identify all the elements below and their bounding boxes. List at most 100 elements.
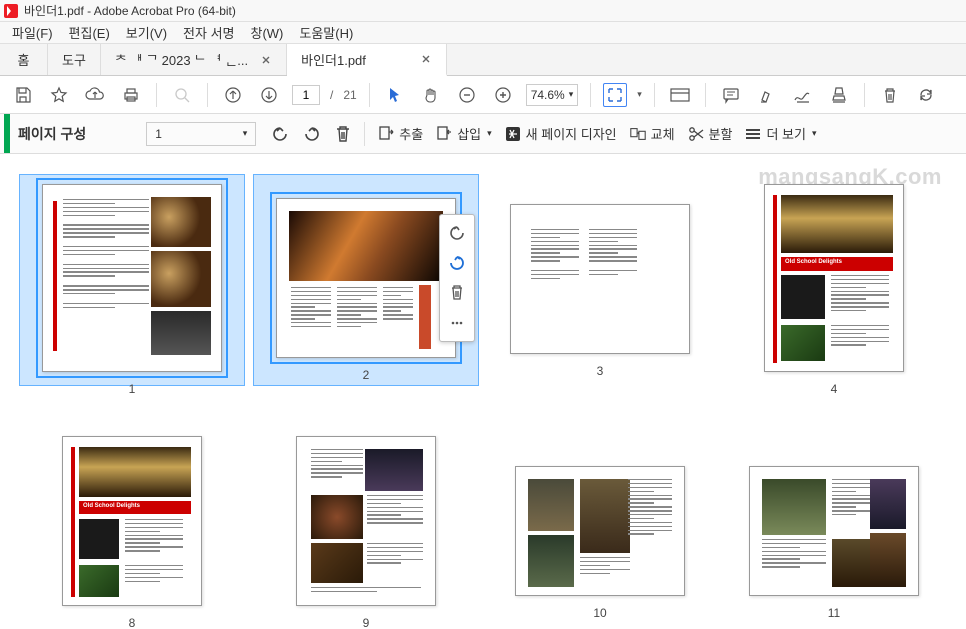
refresh-button[interactable]	[913, 82, 939, 108]
insert-label: 삽입	[457, 124, 481, 143]
extract-button[interactable]: 추출	[371, 120, 429, 147]
sign-button[interactable]	[790, 82, 816, 108]
page-number-label: 4	[831, 382, 838, 396]
read-mode-button[interactable]	[667, 82, 693, 108]
find-button[interactable]	[169, 82, 195, 108]
menu-edit[interactable]: 편집(E)	[63, 21, 116, 44]
page-selector-dropdown[interactable]: 1 ▾	[146, 122, 256, 146]
delete-page-button[interactable]	[443, 279, 471, 307]
page-thumbnail[interactable]: 1	[27, 184, 237, 396]
more-label: 더 보기	[766, 124, 806, 143]
hand-tool-button[interactable]	[418, 82, 444, 108]
next-page-button[interactable]	[256, 82, 282, 108]
page-thumbnail[interactable]: 9	[261, 436, 471, 629]
document-tab-bar: 홈 도구 ᄎ ᅢ ᄀ 2023 ᄂ ᅧ ᆫ... 바인더1.pdf	[0, 44, 966, 76]
page-number-input[interactable]	[292, 85, 320, 105]
insert-icon	[435, 125, 453, 143]
page-thumbnail[interactable]: 2	[261, 184, 471, 396]
chevron-down-icon: ▾	[812, 128, 817, 139]
zoom-out-button[interactable]	[454, 82, 480, 108]
separator	[207, 83, 208, 107]
page-number-label: 1	[129, 382, 136, 396]
chevron-down-icon: ▾	[569, 89, 574, 100]
tool-indicator	[4, 114, 10, 153]
organize-pages-title: 페이지 구성	[18, 124, 86, 144]
replace-label: 교체	[651, 124, 675, 143]
organize-pages-toolbar: 페이지 구성 1 ▾ 추출 삽입 ▾ 새 페이지 디자인 교체 분할 더 보기 …	[0, 114, 966, 154]
page-thumbnail[interactable]: 10	[495, 436, 705, 629]
separator	[705, 83, 706, 107]
tab-doc1-label: ᄎ ᅢ ᄀ 2023 ᄂ ᅧ ᆫ...	[115, 50, 248, 69]
rotate-ccw-button[interactable]	[264, 120, 296, 148]
page-sep: /	[330, 88, 333, 102]
zoom-level-dropdown[interactable]: 74.6% ▾	[526, 84, 579, 106]
delete-button[interactable]	[877, 82, 903, 108]
menu-sign[interactable]: 전자 서명	[177, 21, 240, 44]
page-number-label: 11	[828, 606, 840, 620]
menu-file[interactable]: 파일(F)	[6, 21, 59, 44]
scissors-icon	[687, 125, 705, 143]
separator	[654, 83, 655, 107]
split-button[interactable]: 분할	[681, 120, 739, 147]
split-label: 분할	[709, 124, 733, 143]
menu-help[interactable]: 도움말(H)	[293, 21, 359, 44]
select-tool-button[interactable]	[382, 82, 408, 108]
tab-document-1[interactable]: ᄎ ᅢ ᄀ 2023 ᄂ ᅧ ᆫ...	[101, 44, 287, 75]
chevron-down-icon: ▾	[243, 128, 248, 139]
zoom-in-button[interactable]	[490, 82, 516, 108]
sticky-note-button[interactable]	[718, 82, 744, 108]
design-label: 새 페이지 디자인	[526, 124, 617, 143]
page-thumbnail[interactable]: 11	[729, 436, 939, 629]
page-actions-panel	[439, 214, 475, 342]
save-button[interactable]	[10, 82, 36, 108]
menu-window[interactable]: 창(W)	[244, 21, 289, 44]
insert-button[interactable]: 삽입 ▾	[429, 120, 497, 147]
close-tab-icon[interactable]	[260, 54, 272, 66]
separator	[369, 83, 370, 107]
tab-document-2[interactable]: 바인더1.pdf	[287, 44, 447, 76]
rotate-cw-button[interactable]	[443, 249, 471, 277]
chevron-down-icon[interactable]: ▾	[637, 89, 642, 100]
chevron-down-icon: ▾	[487, 128, 492, 139]
separator	[590, 83, 591, 107]
page-thumbnail[interactable]: 3	[495, 184, 705, 396]
separator	[364, 122, 365, 146]
page-number-label: 8	[129, 616, 136, 629]
highlight-button[interactable]	[754, 82, 780, 108]
replace-icon	[629, 125, 647, 143]
tab-tools[interactable]: 도구	[48, 44, 101, 75]
title-bar: 바인더1.pdf - Adobe Acrobat Pro (64-bit)	[0, 0, 966, 22]
page-thumbnails-area[interactable]: mangsangK.com	[0, 154, 966, 629]
design-icon	[504, 125, 522, 143]
thumbnail-grid: 1	[20, 184, 946, 629]
menu-view[interactable]: 보기(V)	[120, 21, 173, 44]
main-toolbar: / 21 74.6% ▾ ▾	[0, 76, 966, 114]
delete-page-button[interactable]	[328, 120, 358, 148]
window-title: 바인더1.pdf - Adobe Acrobat Pro (64-bit)	[24, 2, 236, 19]
zoom-value: 74.6%	[531, 88, 565, 102]
rotate-ccw-button[interactable]	[443, 219, 471, 247]
total-pages-label: 21	[343, 88, 356, 102]
tab-tools-label: 도구	[62, 50, 86, 69]
prev-page-button[interactable]	[220, 82, 246, 108]
page-number-label: 9	[363, 616, 370, 629]
page-number-label: 2	[363, 368, 370, 382]
page-thumbnail[interactable]: Old School Delights 8	[27, 436, 237, 629]
extract-label: 추출	[399, 124, 423, 143]
page-thumbnail[interactable]: Old School Delights 4	[729, 184, 939, 396]
more-icon	[744, 125, 762, 143]
tab-doc2-label: 바인더1.pdf	[301, 50, 366, 69]
rotate-cw-button[interactable]	[296, 120, 328, 148]
stamp-button[interactable]	[826, 82, 852, 108]
fit-page-button[interactable]	[603, 83, 627, 107]
design-page-button[interactable]: 새 페이지 디자인	[498, 120, 623, 147]
star-button[interactable]	[46, 82, 72, 108]
tab-home[interactable]: 홈	[0, 44, 48, 75]
separator	[156, 83, 157, 107]
print-button[interactable]	[118, 82, 144, 108]
more-actions-button[interactable]	[443, 309, 471, 337]
replace-button[interactable]: 교체	[623, 120, 681, 147]
cloud-upload-button[interactable]	[82, 82, 108, 108]
more-options-button[interactable]: 더 보기 ▾	[738, 120, 822, 147]
close-tab-icon[interactable]	[420, 53, 432, 65]
